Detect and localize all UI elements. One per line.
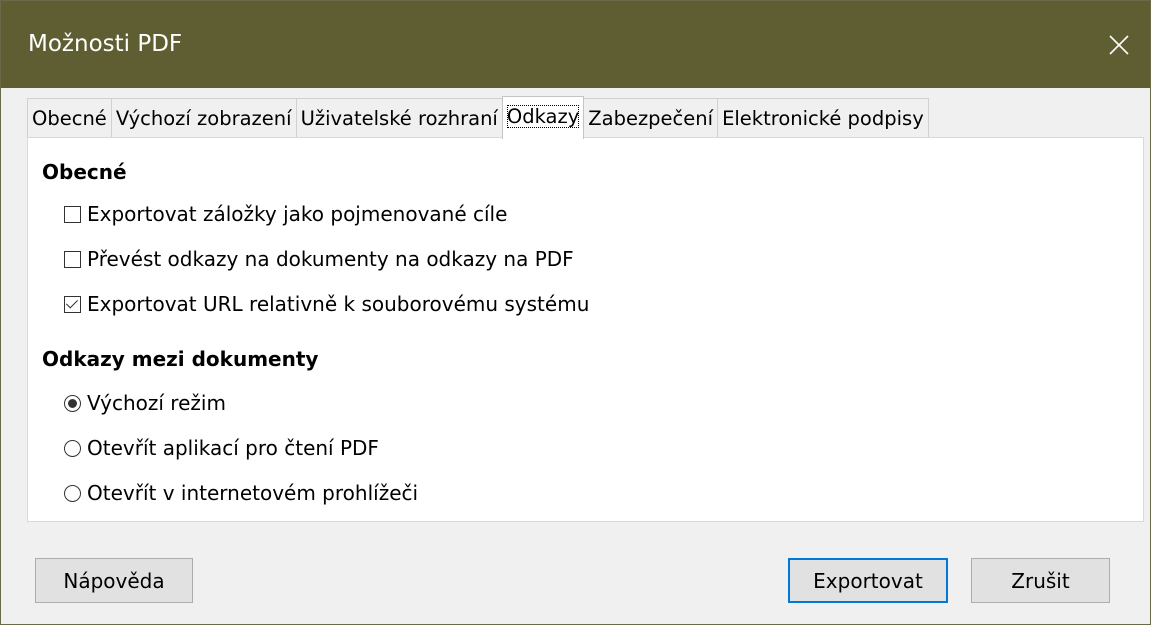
relative-url-checkbox[interactable]: [64, 295, 81, 313]
links-panel: Obecné Exportovat záložky jako pojmenova…: [27, 137, 1144, 522]
relative-url-option[interactable]: Exportovat URL relativně k souborovému s…: [64, 292, 589, 316]
tab-security[interactable]: Zabezpečení: [583, 98, 719, 138]
window-title: Možnosti PDF: [28, 31, 183, 57]
export-bookmarks-option[interactable]: Exportovat záložky jako pojmenované cíle: [64, 202, 507, 226]
convert-links-option[interactable]: Převést odkazy na dokumenty na odkazy na…: [64, 247, 574, 271]
default-mode-option[interactable]: Výchozí režim: [64, 391, 226, 415]
default-mode-label: Výchozí režim: [87, 391, 226, 415]
close-icon: [1109, 34, 1129, 55]
browser-option[interactable]: Otevřít v internetovém prohlížeči: [64, 481, 418, 505]
close-button[interactable]: [1088, 1, 1150, 88]
title-bar: Možnosti PDF: [1, 1, 1150, 88]
export-bookmarks-checkbox[interactable]: [64, 205, 81, 223]
pdf-reader-option[interactable]: Otevřít aplikací pro čtení PDF: [64, 436, 379, 460]
crossdoc-heading: Odkazy mezi dokumenty: [42, 347, 319, 371]
convert-links-checkbox[interactable]: [64, 250, 81, 268]
pdf-reader-label: Otevřít aplikací pro čtení PDF: [87, 436, 379, 460]
browser-radio[interactable]: [64, 484, 81, 502]
tab-initial-view[interactable]: Výchozí zobrazení: [110, 98, 297, 138]
tab-general[interactable]: Obecné: [27, 98, 112, 138]
tab-user-interface[interactable]: Uživatelské rozhraní: [295, 98, 503, 138]
cancel-button[interactable]: Zrušit: [971, 558, 1110, 603]
pdf-options-dialog: Možnosti PDF Obecné Výchozí zobrazení Už…: [0, 0, 1151, 625]
relative-url-label: Exportovat URL relativně k souborovému s…: [87, 292, 590, 316]
help-button[interactable]: Nápověda: [35, 558, 193, 603]
default-mode-radio[interactable]: [64, 394, 81, 412]
export-button[interactable]: Exportovat: [788, 558, 948, 603]
tab-links[interactable]: Odkazy: [501, 96, 585, 139]
tab-bar: Obecné Výchozí zobrazení Uživatelské roz…: [27, 96, 929, 139]
browser-label: Otevřít v internetovém prohlížeči: [87, 481, 419, 505]
convert-links-label: Převést odkazy na dokumenty na odkazy na…: [87, 247, 574, 271]
general-heading: Obecné: [42, 160, 127, 184]
pdf-reader-radio[interactable]: [64, 439, 81, 457]
tab-digital-signatures[interactable]: Elektronické podpisy: [717, 98, 929, 138]
export-bookmarks-label: Exportovat záložky jako pojmenované cíle: [87, 202, 508, 226]
